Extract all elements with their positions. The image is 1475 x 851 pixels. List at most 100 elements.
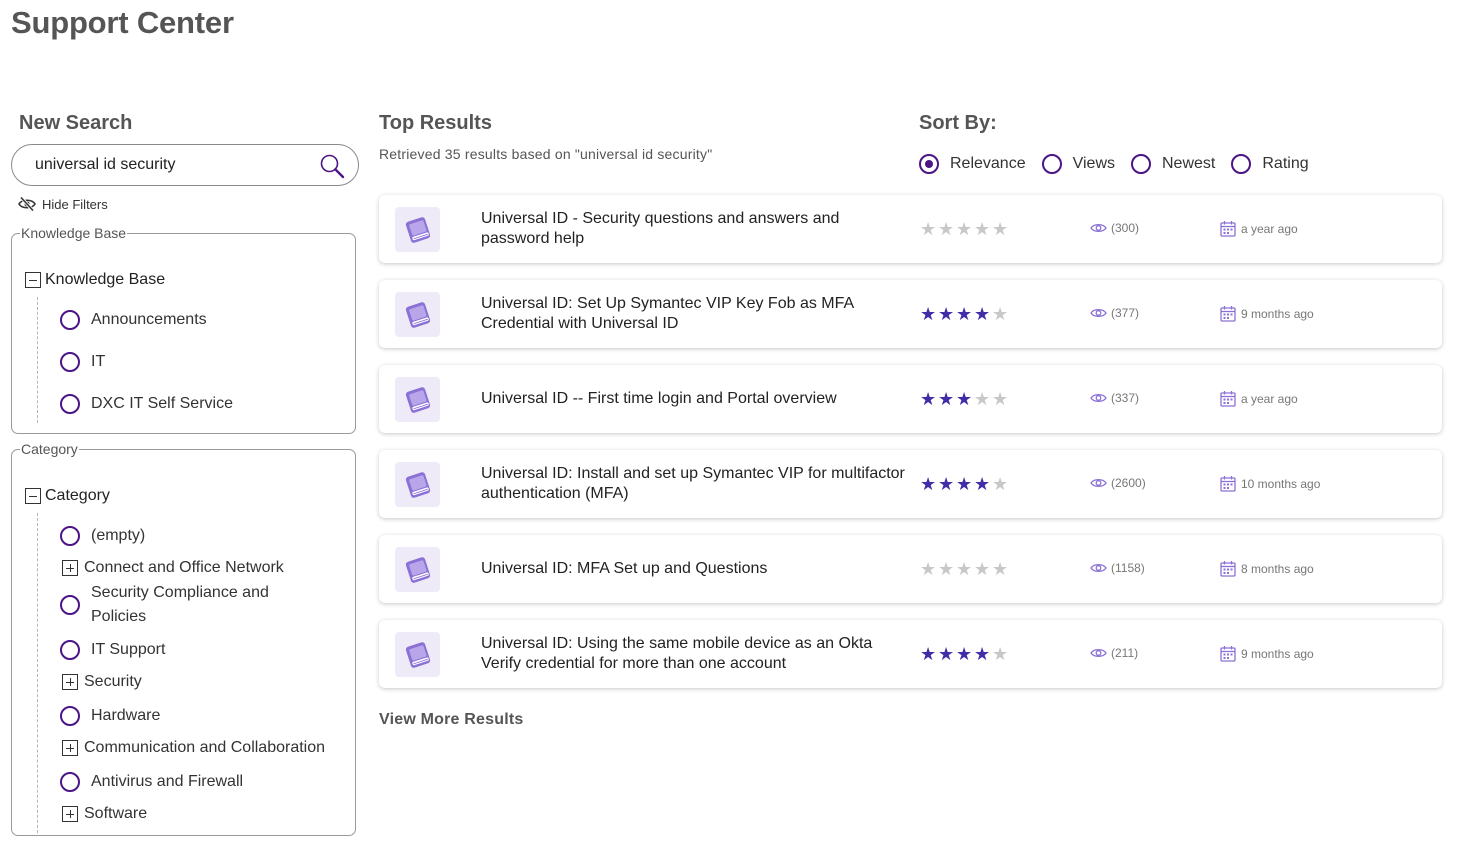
category-option-label: Antivirus and Firewall [91,773,244,790]
result-title[interactable]: Universal ID -- First time login and Por… [481,365,911,433]
calendar-icon [1220,561,1236,577]
result-title[interactable]: Universal ID: Set Up Symantec VIP Key Fo… [481,280,911,348]
category-option-antivirus-and-firewall[interactable]: Antivirus and Firewall [60,772,243,792]
book-icon [405,556,430,583]
star-icon: ★ [956,219,973,239]
expand-icon[interactable] [62,740,78,756]
radio-button[interactable] [60,352,80,372]
category-option-empty[interactable]: (empty) [60,526,145,546]
result-title[interactable]: Universal ID: Using the same mobile devi… [481,620,911,688]
radio-button[interactable] [1041,154,1062,174]
result-card[interactable]: Universal ID: MFA Set up and Questions ★ ★… [379,535,1442,603]
radio-button[interactable] [60,595,80,615]
star-icon: ★ [956,559,973,579]
star-rating: ★ ★ ★ ★ ★ [920,220,1010,238]
category-root[interactable]: Category [25,487,110,505]
calendar-icon [1220,306,1236,322]
sort-option-views[interactable]: Views [1041,154,1115,174]
star-rating: ★ ★ ★ ★ ★ [920,560,1010,578]
star-icon: ★ [992,389,1009,409]
category-option-it-support[interactable]: IT Support [60,640,165,660]
star-icon: ★ [974,559,991,579]
star-icon: ★ [956,644,973,664]
tree-guide-line [37,297,38,423]
expand-icon[interactable] [62,560,78,576]
star-icon: ★ [920,559,937,579]
hide-filters-toggle[interactable]: Hide Filters [18,196,108,212]
star-icon: ★ [992,219,1009,239]
views-icon [1090,648,1107,658]
knowledge-base-root[interactable]: Knowledge Base [25,271,165,289]
category-option-label: Security Compliance and Policies [91,584,269,625]
result-card[interactable]: Universal ID: Set Up Symantec VIP Key Fo… [379,280,1442,348]
article-icon [395,547,440,592]
result-title[interactable]: Universal ID: MFA Set up and Questions [481,535,911,603]
sort-option-rating[interactable]: Rating [1231,154,1309,174]
radio-button[interactable] [1231,154,1252,174]
views-icon [1090,393,1107,403]
search-icon[interactable] [319,153,345,179]
radio-button[interactable] [919,154,939,174]
category-node-security[interactable]: Security [62,673,142,691]
star-rating: ★ ★ ★ ★ ★ [920,390,1010,408]
result-date: a year ago [1220,390,1298,407]
result-date: 9 months ago [1220,645,1314,662]
result-card[interactable]: Universal ID -- First time login and Por… [379,365,1442,433]
new-search-heading: New Search [19,112,133,134]
star-icon: ★ [920,389,937,409]
category-option-security-compliance-and-policies[interactable]: Security Compliance and Policies [60,581,291,629]
eye-slash-icon [18,196,36,212]
star-icon: ★ [992,559,1009,579]
sort-option-relevance[interactable]: Relevance [919,154,1026,174]
search-input[interactable] [35,154,315,176]
kb-option-it[interactable]: IT [60,352,105,372]
expand-icon[interactable] [62,674,78,690]
view-count: (211) [1090,646,1138,660]
category-node-software[interactable]: Software [62,805,147,823]
radio-button[interactable] [60,310,80,330]
article-icon [395,377,440,422]
article-icon [395,292,440,337]
category-node-communication-and-collaboration[interactable]: Communication and Collaboration [62,739,325,757]
book-icon [405,216,430,243]
book-icon [405,471,430,498]
star-icon: ★ [974,389,991,409]
view-more-results-link[interactable]: View More Results [379,711,524,729]
sort-option-label: Relevance [950,155,1026,172]
result-card[interactable]: Universal ID: Install and set up Symante… [379,450,1442,518]
radio-button[interactable] [60,394,80,414]
article-icon [395,207,440,252]
category-node-connect-and-office-network[interactable]: Connect and Office Network [62,559,284,577]
star-icon: ★ [938,304,955,324]
result-date: a year ago [1220,220,1298,237]
expand-icon[interactable] [62,806,78,822]
category-node-label: Communication and Collaboration [84,739,326,756]
knowledge-base-filter: Knowledge Base Knowledge Base Announceme… [11,225,356,434]
kb-option-dxc-it-self-service[interactable]: DXC IT Self Service [60,394,233,414]
radio-button[interactable] [60,526,80,546]
star-icon: ★ [920,304,937,324]
radio-button[interactable] [60,640,80,660]
book-icon [405,641,430,668]
result-card[interactable]: Universal ID: Using the same mobile devi… [379,620,1442,688]
category-option-hardware[interactable]: Hardware [60,706,160,726]
kb-option-label: IT [91,353,106,370]
sort-option-newest[interactable]: Newest [1131,154,1215,174]
radio-button[interactable] [1131,154,1151,174]
result-title[interactable]: Universal ID - Security questions and an… [481,195,911,263]
sort-options: Relevance Views Newest Rating [919,154,1325,174]
top-results-heading: Top Results [379,112,492,134]
result-card[interactable]: Universal ID - Security questions and an… [379,195,1442,263]
collapse-icon[interactable] [25,272,41,288]
calendar-icon [1220,221,1236,237]
radio-button[interactable] [60,706,80,726]
star-icon: ★ [974,219,991,239]
kb-option-label: Announcements [91,311,207,328]
radio-button[interactable] [60,772,80,792]
view-count: (300) [1090,221,1139,235]
collapse-icon[interactable] [25,488,41,504]
kb-option-announcements[interactable]: Announcements [60,310,207,330]
star-icon: ★ [992,474,1009,494]
article-icon [395,462,440,507]
result-title[interactable]: Universal ID: Install and set up Symante… [481,450,911,518]
